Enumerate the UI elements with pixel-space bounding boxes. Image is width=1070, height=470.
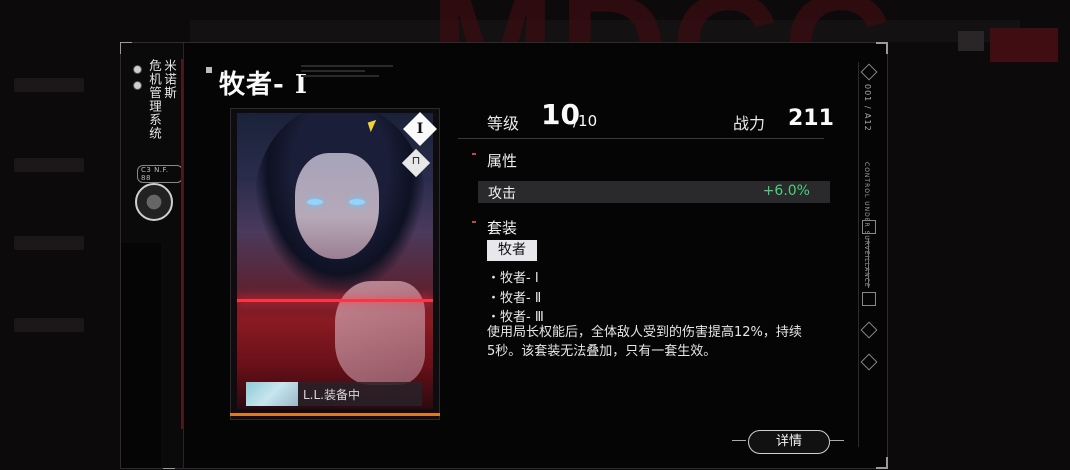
artwork-eye bbox=[349, 199, 365, 205]
attribute-row: 攻击 +6.0% bbox=[478, 181, 830, 203]
rarity-bar bbox=[230, 413, 440, 416]
rail-box-icon bbox=[862, 292, 876, 306]
power-label: 战力 bbox=[733, 114, 766, 133]
power-value: 211 bbox=[788, 106, 834, 131]
indicator-dot bbox=[133, 65, 142, 74]
panel-corner bbox=[876, 457, 888, 469]
equip-status-label: L.L.装备中 bbox=[303, 388, 361, 402]
left-info-strip: 米诺斯 危机管理系统 C3 N.F. 88 bbox=[121, 43, 184, 243]
set-effect-description: 使用局长权能后，全体敌人受到的伤害提高12%，持续5秒。该套装无法叠加，只有一套… bbox=[487, 325, 802, 359]
panel-corner bbox=[876, 42, 888, 54]
indicator-dot bbox=[133, 81, 142, 90]
hex-icon bbox=[860, 63, 878, 81]
lock-glyph: ⊓ bbox=[411, 154, 421, 167]
background-red-block bbox=[990, 28, 1058, 62]
system-vertical-title: 米诺斯 危机管理系统 bbox=[147, 59, 177, 140]
red-accent-strip bbox=[181, 59, 183, 429]
rail-line bbox=[868, 238, 869, 288]
detail-button[interactable]: 详情 bbox=[748, 430, 830, 454]
detail-decor-line bbox=[732, 440, 746, 441]
artwork-red-line bbox=[237, 299, 433, 302]
attribute-name: 攻击 bbox=[488, 186, 516, 202]
rail-code: 001 / A12 bbox=[863, 84, 872, 132]
attributes-title: 属性 bbox=[487, 152, 518, 170]
rail-box-icon bbox=[862, 220, 876, 234]
artwork-face bbox=[295, 153, 379, 259]
artwork-eye bbox=[307, 199, 323, 205]
hex-icon bbox=[860, 321, 878, 339]
title-decoration bbox=[301, 65, 393, 87]
card-artwork bbox=[237, 113, 433, 409]
system-badge: C3 N.F. 88 bbox=[137, 165, 183, 183]
background-nav-item bbox=[14, 236, 84, 250]
attribute-value: +6.0% bbox=[762, 183, 810, 199]
item-name-title: 牧者- Ⅰ bbox=[219, 70, 309, 100]
stats-divider bbox=[458, 138, 824, 139]
system-title-col1: 米诺斯 bbox=[162, 59, 177, 100]
artwork-hands bbox=[335, 281, 425, 385]
emblem-icon bbox=[135, 183, 173, 221]
equipped-character-thumbnail bbox=[246, 382, 298, 406]
background-nav-item bbox=[14, 158, 84, 172]
set-title: 套装 bbox=[487, 219, 518, 237]
set-name-tag: 牧者 bbox=[487, 240, 537, 261]
title-marker bbox=[206, 67, 212, 73]
set-piece-item: ・牧者- Ⅱ bbox=[487, 291, 542, 306]
section-marker bbox=[472, 153, 476, 155]
set-piece-item: ・牧者- Ⅰ bbox=[487, 271, 539, 286]
section-marker bbox=[472, 221, 476, 223]
rank-label: Ⅰ bbox=[416, 121, 424, 137]
detail-decor-line bbox=[830, 440, 844, 441]
hex-icon bbox=[860, 353, 878, 371]
background-nav-item bbox=[14, 318, 84, 332]
right-rail: 001 / A12 CONTROL UNDER SURVEILLANCE bbox=[858, 62, 879, 447]
level-label: 等级 bbox=[487, 114, 520, 133]
background-button bbox=[958, 31, 984, 51]
equip-status-bar: L.L.装备中 bbox=[246, 382, 422, 406]
background-nav-item bbox=[14, 78, 84, 92]
background-sidebar bbox=[0, 60, 110, 390]
system-title-col2: 危机管理系统 bbox=[147, 59, 162, 140]
level-max: /10 bbox=[573, 112, 598, 130]
